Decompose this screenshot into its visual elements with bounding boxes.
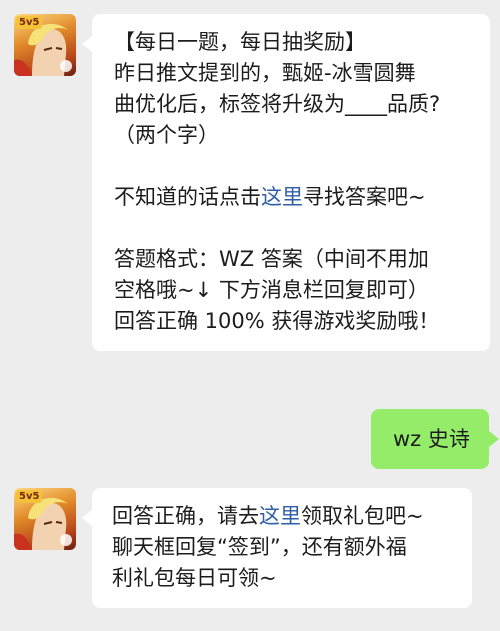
avatar-badge: 5v5 [16,16,43,29]
hint-text: 寻找答案吧~ [303,185,426,209]
format-line: 回答正确 100% 获得游戏奖励哦！ [114,309,440,333]
bot-avatar[interactable]: 5v5 [14,14,76,76]
message-line: 利礼包每日可领~ [112,566,277,590]
line-spacer [114,213,490,244]
question-message-bubble[interactable]: 【每日一题，每日抽奖励】 昨日推文提到的，甄姬-冰雪圆舞 曲优化后，标签将升级为… [82,14,490,351]
user-reply-text: wz 史诗 [393,427,470,451]
avatar-badge: 5v5 [16,490,43,503]
message-line: 聊天框回复“签到”，还有额外福 [112,535,407,559]
message-line: 昨日推文提到的，甄姬-冰雪圆舞 [114,61,416,85]
reply-line: 回答正确，请去这里领取礼包吧~ [112,501,472,532]
format-line: 空格哦~↓ 下方消息栏回复即可） [114,278,429,302]
hint-text: 不知道的话点击 [114,185,261,209]
user-reply-bubble[interactable]: wz 史诗 [371,409,499,469]
format-line: 答题格式：WZ 答案（中间不用加 [114,247,429,271]
reply-text: 回答正确，请去 [112,504,259,528]
message-line: （两个字） [114,123,219,147]
answer-result-bubble[interactable]: 回答正确，请去这里领取礼包吧~ 聊天框回复“签到”，还有额外福 利礼包每日可领~ [82,488,472,608]
message-line: 曲优化后，标签将升级为____品质? [114,92,441,116]
chat-window: 5v5 【每日一题，每日抽奖励】 昨日推文提到的，甄姬-冰雪圆舞 曲优化后，标签… [0,0,500,631]
answer-link[interactable]: 这里 [261,185,303,209]
bot-avatar[interactable]: 5v5 [14,488,76,550]
message-line: 【每日一题，每日抽奖励】 [114,30,366,54]
hint-line: 不知道的话点击这里寻找答案吧~ [114,182,490,213]
reply-text: 领取礼包吧~ [301,504,424,528]
gift-link[interactable]: 这里 [259,504,301,528]
line-spacer [114,151,490,182]
